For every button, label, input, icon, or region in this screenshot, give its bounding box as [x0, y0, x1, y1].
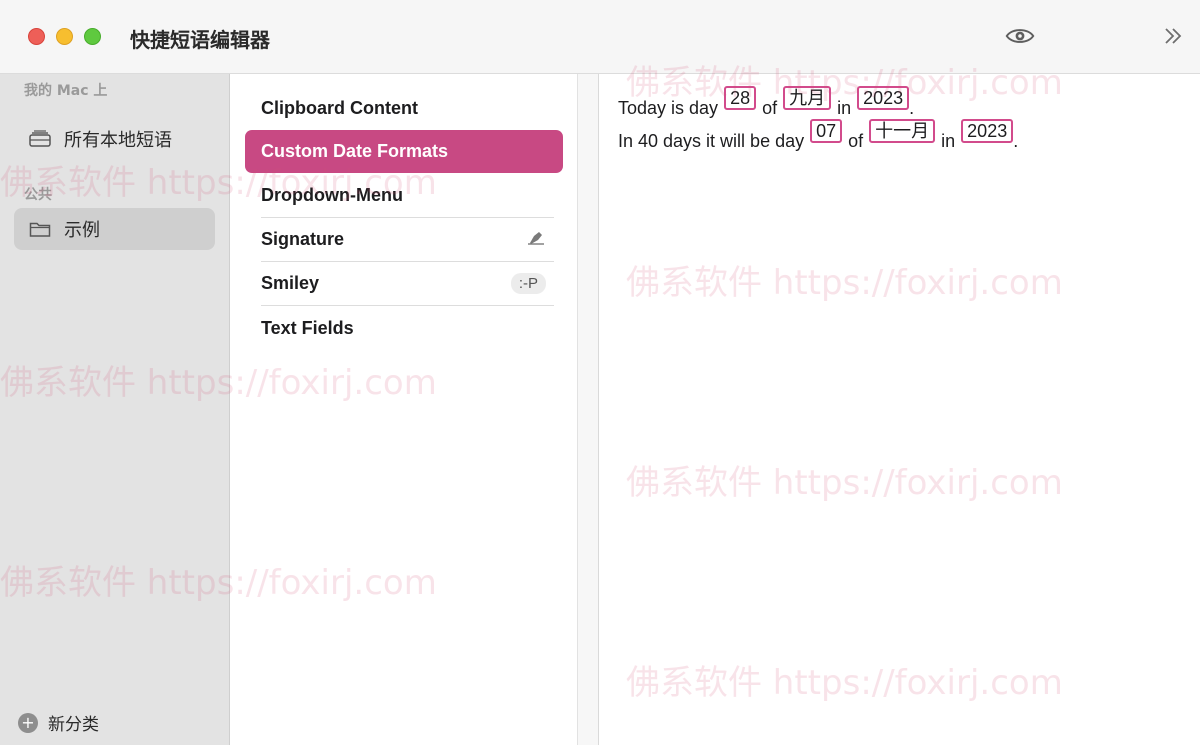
pane-divider[interactable] — [577, 74, 599, 745]
title-bar: 快捷短语编辑器 — [0, 0, 1200, 745]
snippet-editor[interactable]: Today is day 28 of 九月 in 2023 . In 40 da… — [599, 74, 1200, 745]
stack-icon — [28, 129, 52, 149]
editor-line-1: Today is day 28 of 九月 in 2023 . — [618, 86, 914, 119]
editor-text: of — [762, 98, 778, 118]
list-item[interactable]: Signature — [261, 218, 554, 262]
editor-text: of — [848, 131, 864, 151]
sidebar-item-all-local[interactable]: 所有本地短语 — [14, 118, 215, 160]
date-token-month[interactable]: 九月 — [783, 86, 832, 110]
window-title: 快捷短语编辑器 — [130, 28, 270, 52]
sidebar-section-mac: 我的 Mac 上 — [24, 83, 108, 99]
date-token-day[interactable]: 07 — [810, 119, 843, 143]
list-item[interactable]: Clipboard Content — [261, 86, 554, 130]
editor-text: . — [909, 98, 915, 118]
list-item-label: Text Fields — [261, 317, 354, 338]
date-token-year[interactable]: 2023 — [961, 119, 1014, 143]
abbreviation-badge: :-P — [510, 273, 546, 294]
editor-text: . — [1013, 131, 1019, 151]
editor-text: Today is day — [618, 98, 719, 118]
editor-text: in — [941, 131, 956, 151]
new-category-button[interactable]: + 新分类 — [18, 710, 99, 735]
list-item-label: Clipboard Content — [261, 97, 418, 118]
zoom-window-button[interactable] — [84, 28, 101, 45]
sidebar-item-example[interactable]: 示例 — [14, 208, 215, 250]
list-item[interactable]: Smiley :-P — [261, 262, 554, 306]
list-item-label: Custom Date Formats — [261, 141, 449, 161]
list-item-label: Smiley — [261, 273, 320, 293]
editor-text: In 40 days it will be day — [618, 131, 805, 151]
date-token-month[interactable]: 十一月 — [869, 119, 936, 143]
date-token-year[interactable]: 2023 — [857, 86, 910, 110]
list-item-label: Dropdown-Menu — [261, 185, 403, 205]
plus-icon: + — [18, 712, 38, 733]
snippet-list: Clipboard Content Custom Date Formats Dr… — [231, 74, 577, 745]
date-token-day[interactable]: 28 — [724, 86, 757, 110]
sidebar-item-label: 所有本地短语 — [64, 130, 172, 151]
editor-text: in — [837, 98, 852, 118]
list-item-selected[interactable]: Custom Date Formats — [245, 130, 563, 173]
app-window: 快捷短语编辑器 我的 Mac 上 所有本地短语 公共 示例 + 新分类 Clip… — [0, 0, 1200, 745]
minimize-window-button[interactable] — [56, 28, 73, 45]
eye-icon[interactable] — [1005, 22, 1035, 50]
pen-nib-icon — [526, 228, 546, 251]
folder-icon — [28, 219, 52, 239]
sidebar: 我的 Mac 上 所有本地短语 公共 示例 + 新分类 — [0, 74, 230, 745]
list-item[interactable]: Text Fields — [261, 306, 554, 350]
sidebar-item-label: 示例 — [64, 220, 100, 241]
sidebar-section-public: 公共 — [24, 187, 52, 203]
editor-line-2: In 40 days it will be day 07 of 十一月 in 2… — [618, 119, 1018, 152]
list-item[interactable]: Dropdown-Menu — [261, 174, 554, 218]
list-item-label: Signature — [261, 229, 345, 249]
new-category-label: 新分类 — [48, 715, 99, 735]
close-window-button[interactable] — [28, 28, 45, 45]
chevron-double-right-icon[interactable] — [1158, 22, 1188, 50]
